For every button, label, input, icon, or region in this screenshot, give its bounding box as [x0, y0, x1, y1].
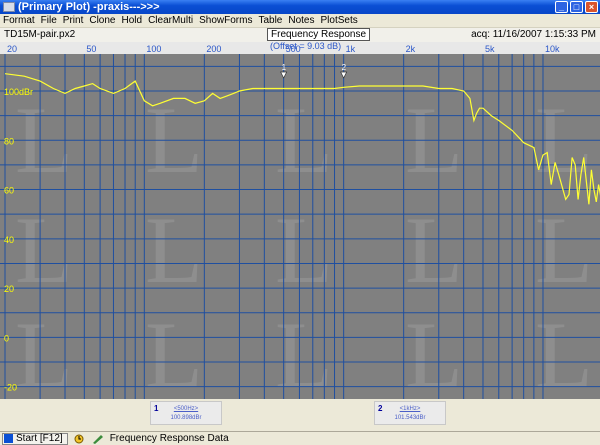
start-label: Start [F12]	[16, 433, 63, 444]
watermark-logo: L	[535, 197, 593, 303]
y-tick-label: 0	[4, 333, 9, 343]
marker-panel-1[interactable]: 1 <500Hz> 100.898dBr	[150, 401, 222, 425]
marker-number-label: 1	[282, 63, 287, 72]
clock-icon	[74, 434, 84, 443]
marker-level: 100.898dBr	[170, 415, 202, 421]
plot-area[interactable]: L L L L L L L L L L L L L L L 20 50 100 200 500 1k 2k 5k 10k 100…	[0, 42, 600, 399]
start-button[interactable]: Start [F12]	[2, 432, 68, 445]
offset-label: (Offset = 9.03 dB)	[270, 42, 341, 51]
watermark-logo: L	[405, 302, 463, 399]
frequency-response-chart[interactable]: L L L L LL L L L LL L L L L20 50 100 200 500 1k 2k 5k 10k100…	[0, 42, 600, 399]
title-bar: (Primary Plot) -praxis--->>> _ □ ×	[0, 0, 600, 14]
window-title: (Primary Plot) -praxis--->>>	[18, 1, 160, 13]
info-bar: TD15M-pair.px2 Frequency Response acq: 1…	[0, 28, 600, 42]
x-tick-label: 5k	[485, 44, 495, 54]
x-tick-label: 50	[86, 44, 96, 54]
watermark-logo: L	[145, 197, 203, 303]
plot-title[interactable]: Frequency Response	[267, 28, 371, 41]
y-tick-label: 40	[4, 235, 14, 245]
x-tick-label: 20	[7, 44, 17, 54]
y-tick-label: 60	[4, 186, 14, 196]
marker-number: 1	[154, 404, 159, 413]
watermark-logo: L	[145, 302, 203, 399]
close-button[interactable]: ×	[585, 1, 598, 13]
menu-print[interactable]: Print	[63, 15, 84, 26]
x-tick-label: 1k	[346, 44, 356, 54]
minimize-button[interactable]: _	[555, 1, 568, 13]
menu-file[interactable]: File	[41, 15, 57, 26]
y-tick-label: 80	[4, 136, 14, 146]
acq-timestamp: acq: 11/16/2007 1:15:33 PM	[471, 29, 596, 40]
pencil-icon	[92, 434, 103, 444]
watermark-logo: L	[15, 197, 73, 303]
menu-bar: Format File Print Clone Hold ClearMulti …	[0, 14, 600, 28]
marker-panel-2[interactable]: 2 <1kHz> 101.543dBr	[374, 401, 446, 425]
marker-frequency[interactable]: <1kHz>	[375, 406, 445, 412]
status-bar: Start [F12] Frequency Response Data	[0, 431, 600, 445]
watermark-logo: L	[405, 197, 463, 303]
menu-plotsets[interactable]: PlotSets	[320, 15, 357, 26]
maximize-button[interactable]: □	[570, 1, 583, 13]
status-text: Frequency Response Data	[109, 433, 229, 444]
marker-frequency[interactable]: <500Hz>	[151, 406, 221, 412]
menu-table[interactable]: Table	[258, 15, 282, 26]
x-tick-label: 10k	[545, 44, 560, 54]
y-tick-label: 100dBr	[4, 87, 33, 97]
app-icon	[3, 2, 15, 12]
x-tick-label: 2k	[406, 44, 416, 54]
menu-clearmulti[interactable]: ClearMulti	[148, 15, 193, 26]
y-tick-label: -20	[4, 383, 17, 393]
start-icon	[4, 434, 13, 443]
menu-notes[interactable]: Notes	[288, 15, 314, 26]
menu-format[interactable]: Format	[3, 15, 35, 26]
menu-showforms[interactable]: ShowForms	[199, 15, 252, 26]
marker-number-label: 2	[342, 63, 347, 72]
filename-label: TD15M-pair.px2	[4, 29, 76, 40]
menu-hold[interactable]: Hold	[122, 15, 143, 26]
x-tick-label: 100	[146, 44, 161, 54]
menu-clone[interactable]: Clone	[89, 15, 115, 26]
marker-number: 2	[378, 404, 383, 413]
watermark-logo: L	[15, 302, 73, 399]
watermark-logo: L	[535, 302, 593, 399]
y-tick-label: 20	[4, 284, 14, 294]
marker-level: 101.543dBr	[394, 415, 426, 421]
x-tick-label: 200	[206, 44, 221, 54]
